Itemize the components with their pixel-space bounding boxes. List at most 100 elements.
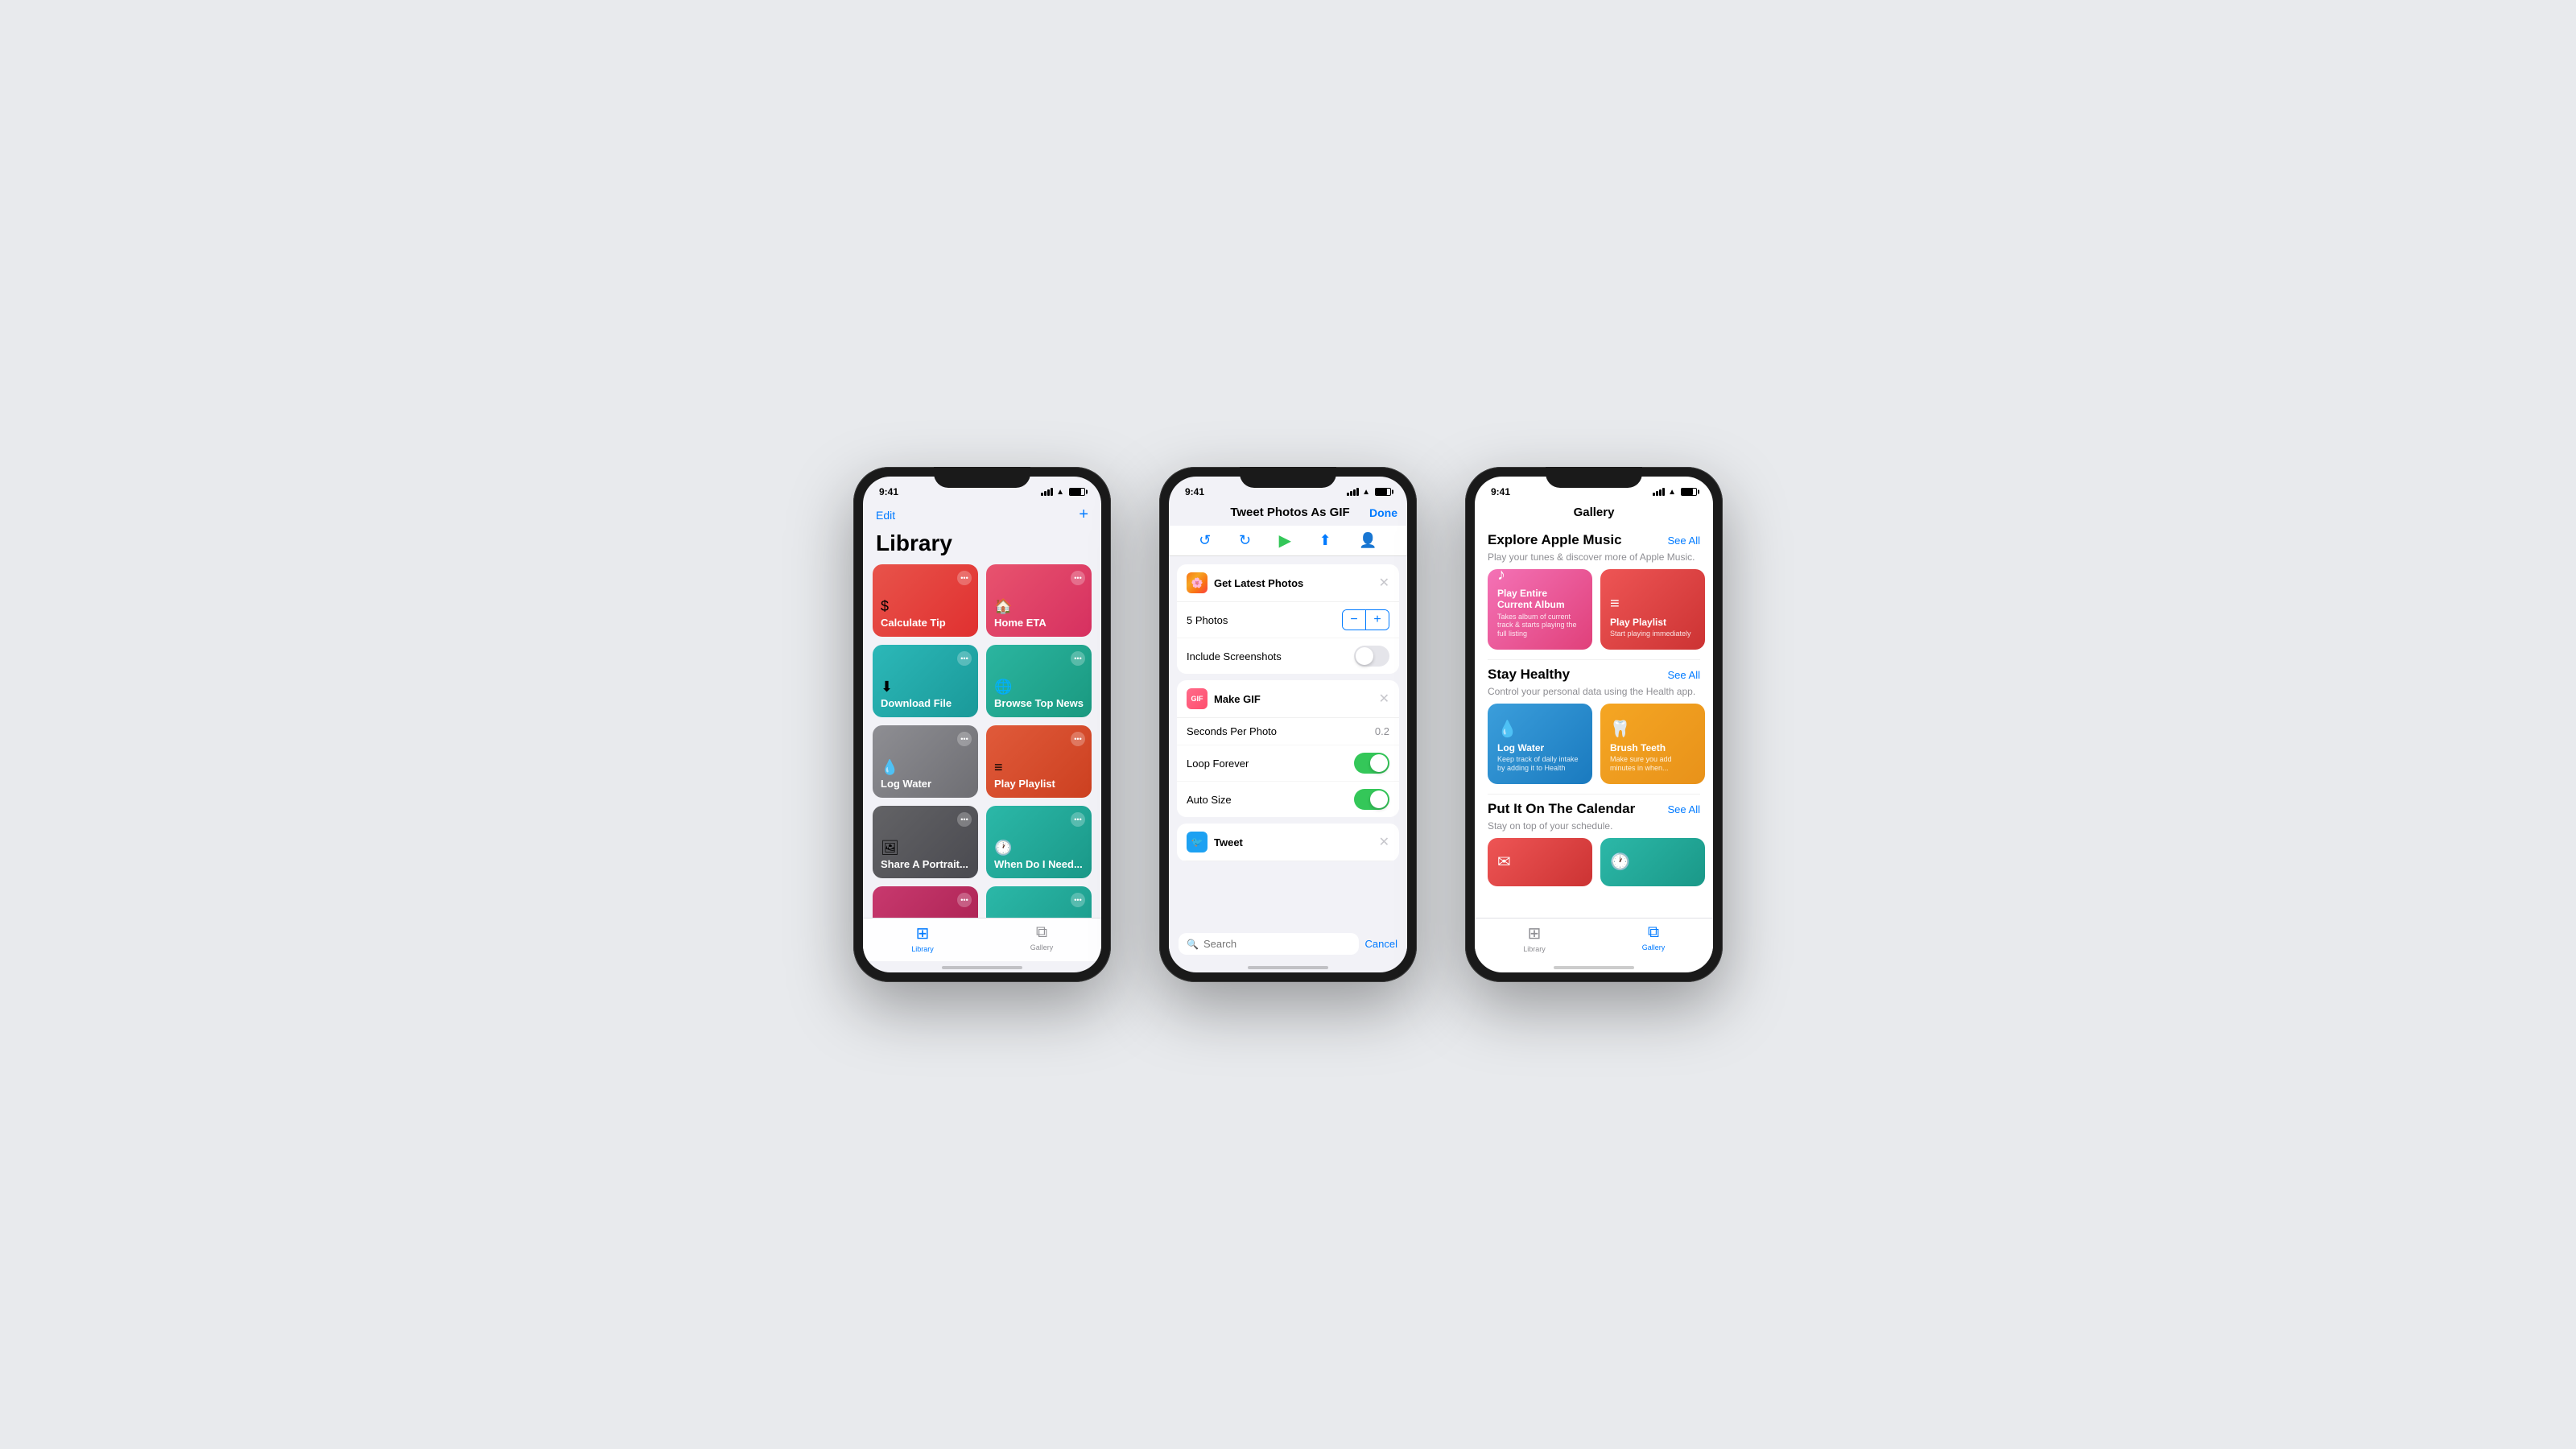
more-btn-log-water[interactable]: •••: [957, 732, 972, 746]
grid-item-share-portrait[interactable]: ••• 🖼 Share A Portrait...: [873, 806, 978, 878]
play-album-title: Play Entire Current Album: [1497, 588, 1583, 611]
notch-2: [1240, 467, 1336, 488]
include-screenshots-label: Include Screenshots: [1187, 650, 1282, 663]
more-btn-when[interactable]: •••: [1071, 812, 1085, 827]
home-bar-2: [1248, 966, 1328, 969]
healthy-see-all[interactable]: See All: [1668, 669, 1700, 681]
calendar-see-all[interactable]: See All: [1668, 803, 1700, 815]
gallery-card-clock[interactable]: 🕐: [1600, 838, 1705, 886]
done-button[interactable]: Done: [1369, 506, 1397, 519]
more-btn-home-eta[interactable]: •••: [1071, 571, 1085, 585]
home-bar-3: [1554, 966, 1634, 969]
action-card-make-gif: GIF Make GIF ✕ Seconds Per Photo 0.2 Loo…: [1177, 680, 1399, 817]
tweet-title: Tweet: [1214, 836, 1243, 848]
mail-icon: ✉: [1497, 852, 1583, 872]
stepper-plus[interactable]: +: [1366, 610, 1389, 630]
gallery-card-mail[interactable]: ✉: [1488, 838, 1592, 886]
add-button[interactable]: +: [1079, 506, 1088, 524]
grid-item-laundry-timer[interactable]: ••• 🕐 Laundry Timer: [986, 886, 1092, 918]
log-water-gallery-icon: 💧: [1497, 719, 1583, 739]
grid-item-home-eta[interactable]: ••• 🏠 Home ETA: [986, 564, 1092, 637]
tab-library-gallery-screen[interactable]: ⊞ Library: [1475, 923, 1594, 953]
grid-item-calculate-tip[interactable]: ••• $ Calculate Tip: [873, 564, 978, 637]
home-bar: [942, 966, 1022, 969]
loop-forever-toggle[interactable]: [1354, 753, 1389, 774]
gallery-card-play-album[interactable]: ♪ Play Entire Current Album Takes album …: [1488, 569, 1592, 650]
redo-button[interactable]: ↻: [1239, 532, 1251, 549]
grid-item-log-water[interactable]: ••• 💧 Log Water: [873, 725, 978, 798]
more-btn-browse-news[interactable]: •••: [1071, 651, 1085, 666]
grid-item-download-file[interactable]: ••• ⬇ Download File: [873, 645, 978, 717]
log-water-icon: 💧: [881, 759, 970, 776]
more-btn-download-file[interactable]: •••: [957, 651, 972, 666]
settings-button[interactable]: 👤: [1359, 532, 1377, 549]
log-water-gallery-title: Log Water: [1497, 742, 1583, 753]
tab-library[interactable]: ⊞ Library: [863, 923, 982, 953]
auto-size-toggle[interactable]: [1354, 789, 1389, 810]
calculate-tip-icon: $: [881, 598, 970, 615]
healthy-subtitle: Control your personal data using the Hea…: [1475, 686, 1713, 704]
grid-item-browse-news[interactable]: ••• 🌐 Browse Top News: [986, 645, 1092, 717]
status-time-3: 9:41: [1491, 486, 1510, 497]
apple-music-subtitle: Play your tunes & discover more of Apple…: [1475, 551, 1713, 569]
action-card-tweet: 🐦 Tweet ✕: [1177, 824, 1399, 861]
photos-stepper[interactable]: − +: [1342, 609, 1389, 630]
iphone-library: 9:41 ▲ Edit + Library: [853, 467, 1111, 982]
signal-icon-2: [1347, 488, 1359, 496]
calendar-title: Put It On The Calendar: [1488, 801, 1635, 817]
library-screen: 9:41 ▲ Edit + Library: [863, 477, 1101, 972]
tab-gallery-active-icon: ⧉: [1648, 923, 1659, 942]
battery-icon-2: [1375, 488, 1391, 496]
home-indicator: [863, 961, 1101, 972]
apple-music-see-all[interactable]: See All: [1668, 535, 1700, 547]
share-portrait-icon: 🖼: [881, 840, 970, 857]
play-button[interactable]: ▶: [1279, 530, 1291, 551]
stepper-minus[interactable]: −: [1343, 610, 1365, 630]
more-btn-play-playlist[interactable]: •••: [1071, 732, 1085, 746]
auto-size-row: Auto Size: [1177, 782, 1399, 817]
twitter-icon: 🐦: [1187, 832, 1208, 852]
close-tweet[interactable]: ✕: [1379, 834, 1389, 850]
more-btn-laundry[interactable]: •••: [1071, 893, 1085, 907]
wifi-icon: ▲: [1056, 488, 1064, 497]
close-make-gif[interactable]: ✕: [1379, 691, 1389, 707]
gallery-card-play-playlist[interactable]: ≡ Play Playlist Start playing immediatel…: [1600, 569, 1705, 650]
search-input[interactable]: [1203, 938, 1351, 950]
healthy-title: Stay Healthy: [1488, 667, 1570, 683]
cancel-button[interactable]: Cancel: [1365, 938, 1397, 950]
play-playlist-icon: ≡: [994, 759, 1084, 776]
seconds-per-photo-value: 0.2: [1375, 725, 1389, 737]
iphone-gallery: 9:41 ▲ Gallery: [1465, 467, 1723, 982]
grid-item-when-do-i-need[interactable]: ••• 🕐 When Do I Need...: [986, 806, 1092, 878]
library-grid: ••• $ Calculate Tip ••• 🏠 Home ETA ••• ⬇…: [863, 564, 1101, 918]
edit-button[interactable]: Edit: [876, 509, 895, 522]
gallery-content: Explore Apple Music See All Play your tu…: [1475, 526, 1713, 918]
wifi-icon-3: ▲: [1668, 488, 1676, 497]
browse-news-label: Browse Top News: [994, 697, 1084, 709]
close-get-photos[interactable]: ✕: [1379, 575, 1389, 591]
tab-gallery-active[interactable]: ⧉ Gallery: [1594, 923, 1713, 953]
tab-gallery[interactable]: ⧉ Gallery: [982, 923, 1101, 953]
download-file-icon: ⬇: [881, 679, 970, 696]
share-button[interactable]: ⬆: [1319, 532, 1331, 549]
tab-library-icon: ⊞: [916, 923, 930, 943]
play-playlist-gallery-icon: ≡: [1610, 595, 1695, 613]
grid-item-play-playlist[interactable]: ••• ≡ Play Playlist: [986, 725, 1092, 798]
more-btn-calculate-tip[interactable]: •••: [957, 571, 972, 585]
include-screenshots-toggle[interactable]: [1354, 646, 1389, 667]
more-btn-aww[interactable]: •••: [957, 893, 972, 907]
grid-item-aww[interactable]: ••• ❤ Aww: [873, 886, 978, 918]
undo-button[interactable]: ↺: [1199, 532, 1211, 549]
gallery-card-brush-teeth[interactable]: 🦷 Brush Teeth Make sure you add minutes …: [1600, 704, 1705, 784]
gallery-header: Gallery: [1475, 502, 1713, 526]
photos-count-label: 5 Photos: [1187, 614, 1228, 626]
action-header-tweet: 🐦 Tweet ✕: [1177, 824, 1399, 861]
action-card-get-photos: 🌸 Get Latest Photos ✕ 5 Photos − + Inclu…: [1177, 564, 1399, 674]
play-playlist-label: Play Playlist: [994, 778, 1084, 790]
auto-size-label: Auto Size: [1187, 794, 1232, 806]
tab-library-gallery-icon: ⊞: [1528, 923, 1542, 943]
more-btn-share-portrait[interactable]: •••: [957, 812, 972, 827]
home-eta-icon: 🏠: [994, 598, 1084, 615]
gallery-card-log-water[interactable]: 💧 Log Water Keep track of daily intake b…: [1488, 704, 1592, 784]
library-nav: Edit +: [863, 502, 1101, 530]
